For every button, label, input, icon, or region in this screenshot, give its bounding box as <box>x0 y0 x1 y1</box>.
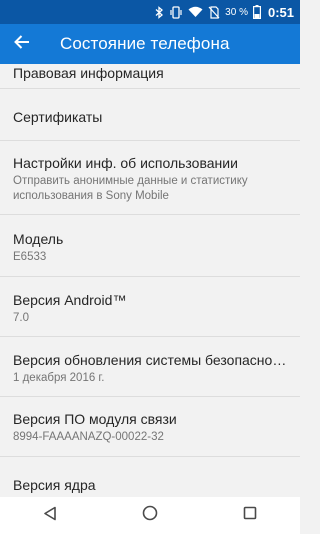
battery-percent: 30 % <box>225 6 248 18</box>
list-item-title: Версия ПО модуля связи <box>13 411 177 427</box>
nav-back-button[interactable] <box>30 497 70 534</box>
list-item-subtitle: 7.0 <box>13 312 29 324</box>
list-item-subtitle: использования в Sony Mobile <box>13 190 169 202</box>
page-title: Состояние телефона <box>60 34 230 53</box>
list-item-title: Сертификаты <box>13 109 103 125</box>
list-item-title: Правовая информация <box>13 65 164 81</box>
battery-icon <box>252 5 261 19</box>
list-item-subtitle: 1 декабря 2016 г. <box>13 372 105 384</box>
divider <box>0 396 300 397</box>
no-sim-icon <box>208 5 220 19</box>
recents-square-icon <box>243 506 257 525</box>
divider <box>0 456 300 457</box>
arrow-left-icon <box>14 34 30 54</box>
list-item-title: Версия обновления системы безопасност.. <box>13 352 290 368</box>
list-item-title: Модель <box>13 231 64 247</box>
back-button[interactable] <box>2 24 42 64</box>
vibrate-icon <box>169 5 183 19</box>
home-circle-icon <box>142 505 158 526</box>
list-item-title: Версия ядра <box>13 477 96 493</box>
bluetooth-icon <box>155 5 164 19</box>
back-triangle-icon <box>43 506 57 526</box>
list-item-model[interactable]: Модель E6533 <box>0 230 300 265</box>
wifi-icon <box>188 6 203 18</box>
list-item-android-version[interactable]: Версия Android™ 7.0 <box>0 291 300 326</box>
status-bar: 30 % 0:51 <box>0 0 300 24</box>
nav-home-button[interactable] <box>130 497 170 534</box>
settings-list[interactable]: Правовая информация Сертификаты Настройк… <box>0 64 300 497</box>
list-item-kernel-version[interactable]: Версия ядра <box>0 476 300 494</box>
list-item-subtitle: Отправить анонимные данные и статистику <box>13 175 248 187</box>
divider <box>0 214 300 215</box>
nav-recents-button[interactable] <box>230 497 270 534</box>
list-item-legal[interactable]: Правовая информация <box>0 64 300 82</box>
clock: 0:51 <box>267 4 294 20</box>
divider <box>0 140 300 141</box>
list-item-subtitle: E6533 <box>13 251 47 263</box>
divider <box>0 276 300 277</box>
divider <box>0 88 300 89</box>
navigation-bar <box>0 497 300 534</box>
list-item-subtitle: 8994-FAAAANAZQ-00022-32 <box>13 431 164 443</box>
list-item-certificates[interactable]: Сертификаты <box>0 108 300 126</box>
app-bar: Состояние телефона <box>0 24 300 64</box>
list-item-title: Версия Android™ <box>13 292 127 308</box>
divider <box>0 336 300 337</box>
list-item-security-patch[interactable]: Версия обновления системы безопасност.. … <box>0 351 300 386</box>
list-item-baseband-version[interactable]: Версия ПО модуля связи 8994-FAAAANAZQ-00… <box>0 410 300 445</box>
list-item-title: Настройки инф. об использовании <box>13 155 238 171</box>
list-item-usage-settings[interactable]: Настройки инф. об использовании Отправит… <box>0 154 300 204</box>
